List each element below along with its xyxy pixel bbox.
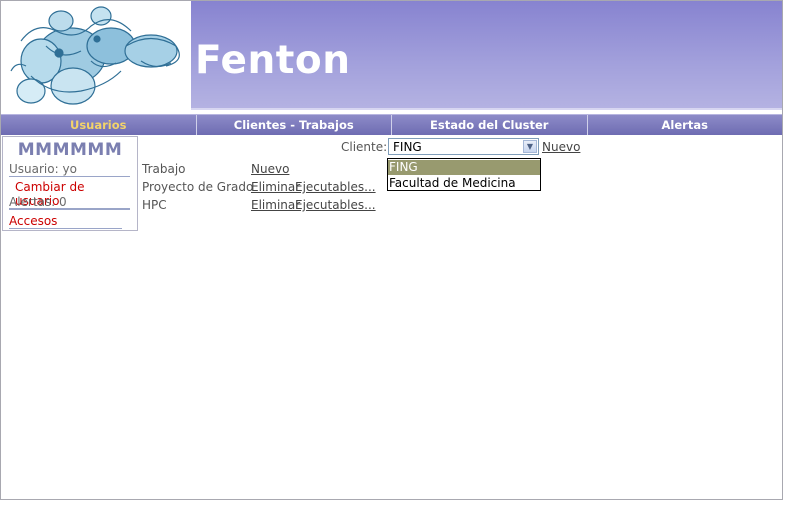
client-select[interactable]: FING ▼ [388,138,539,155]
user-label: Usuario: yo [9,162,130,177]
app-title: Fenton [195,38,351,83]
job-row-label: Proyecto de Grado [142,180,254,194]
client-dropdown-list: FING Facultad de Medicina [387,158,541,191]
tab-usuarios[interactable]: Usuarios [1,115,197,135]
executables-link[interactable]: Ejecutables... [295,180,376,194]
client-option[interactable]: FING [388,160,540,175]
job-row-label: Trabajo [142,162,186,176]
new-job-link[interactable]: Nuevo [251,162,289,176]
client-option[interactable]: Facultad de Medicina [388,176,540,191]
user-panel: MMMMMM Usuario: yo Cambiar de usuario Al… [2,136,138,231]
client-label: Cliente: [341,140,388,154]
header-divider [191,108,782,110]
main-nav: Usuarios Clientes - Trabajos Estado del … [1,114,782,135]
delete-job-link[interactable]: Eliminar [251,180,300,194]
alerts-count: Alertas: 0 [9,195,130,210]
tab-clientes-trabajos[interactable]: Clientes - Trabajos [197,115,392,135]
client-select-value: FING [393,140,422,154]
executables-link[interactable]: Ejecutables... [295,198,376,212]
user-name: MMMMMM [17,140,123,160]
job-row-label: HPC [142,198,167,212]
new-client-link[interactable]: Nuevo [542,140,580,154]
tab-estado-del-cluster[interactable]: Estado del Cluster [392,115,588,135]
chevron-down-icon[interactable]: ▼ [523,140,537,153]
tab-alertas[interactable]: Alertas [588,115,783,135]
logo-image [1,1,190,113]
delete-job-link[interactable]: Eliminar [251,198,300,212]
accesos-link[interactable]: Accesos [9,214,57,228]
